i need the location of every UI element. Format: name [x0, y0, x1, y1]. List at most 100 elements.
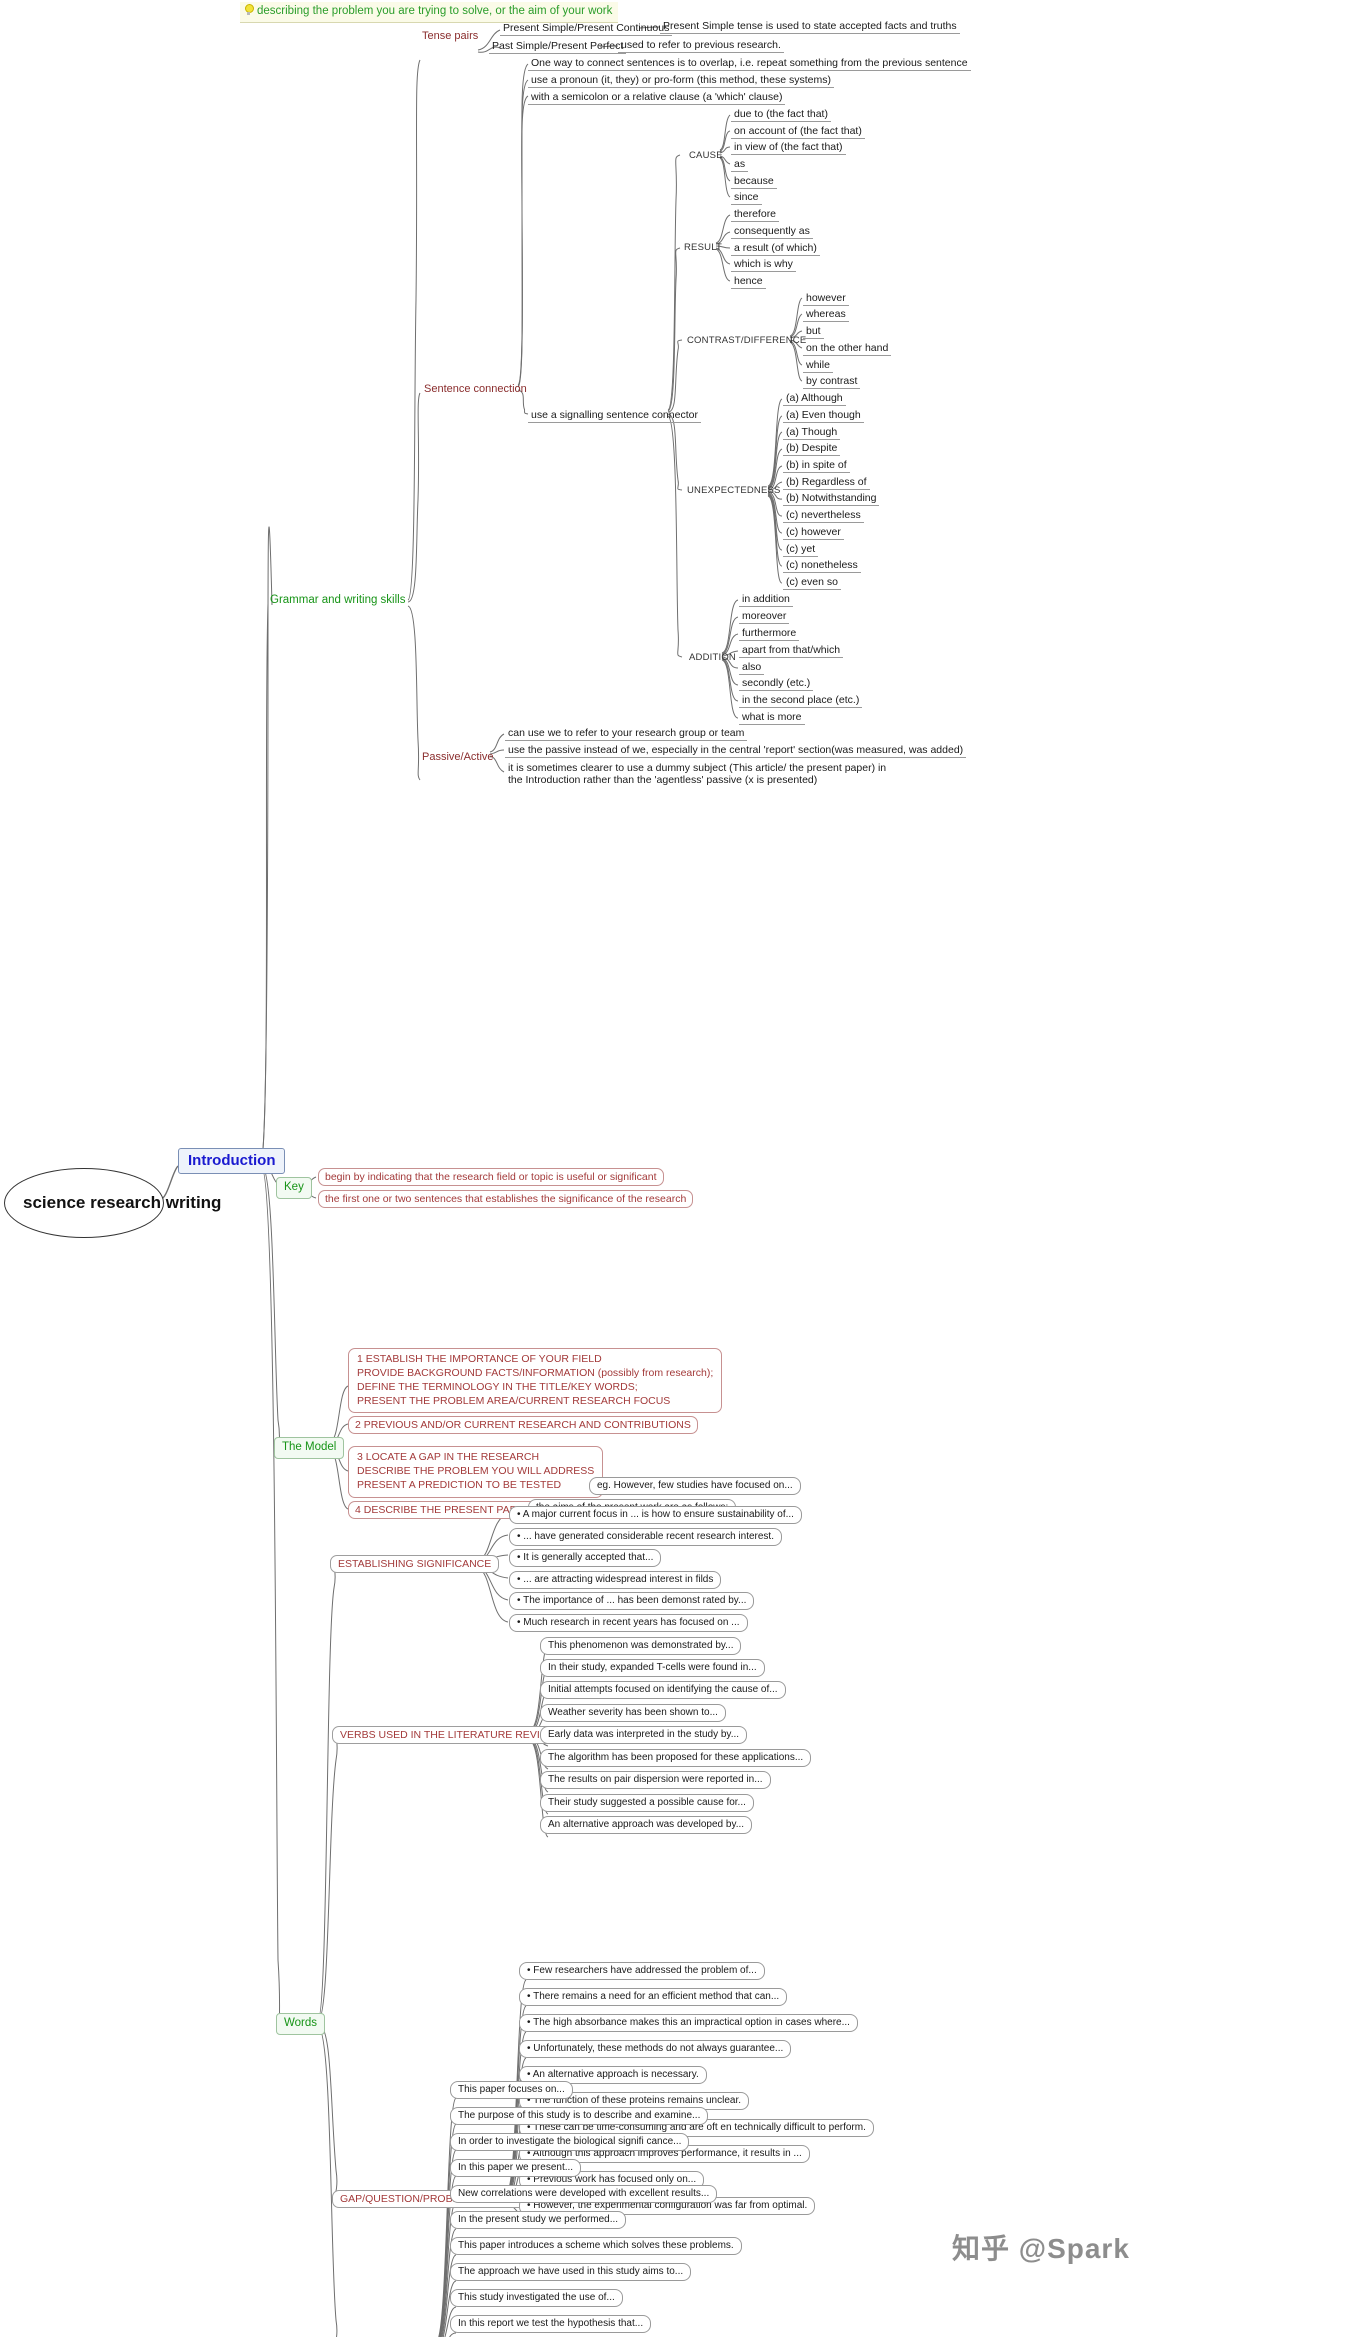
model-item-2[interactable]: 3 LOCATE A GAP IN THE RESEARCH DESCRIBE …	[348, 1446, 604, 1498]
present-work-item-0[interactable]: This paper focuses on...	[450, 2081, 573, 2099]
result-item-2[interactable]: a result (of which)	[731, 241, 820, 257]
node-passive-active[interactable]: Passive/Active	[418, 750, 498, 765]
present-work-item-8[interactable]: This study investigated the use of...	[450, 2289, 623, 2307]
present-work-item-1[interactable]: The purpose of this study is to describe…	[450, 2107, 709, 2125]
verbs-item-2[interactable]: Initial attempts focused on identifying …	[540, 1681, 786, 1699]
result-item-3[interactable]: which is why	[731, 257, 796, 273]
passive-active-item-2[interactable]: it is sometimes clearer to use a dummy s…	[505, 761, 905, 788]
model-item-2-child[interactable]: eg. However, few studies have focused on…	[589, 1477, 801, 1495]
addition-item-3[interactable]: apart from that/which	[739, 643, 844, 659]
sentence-connection-item-2[interactable]: with a semicolon or a relative clause (a…	[528, 90, 786, 106]
verbs-item-5[interactable]: The algorithm has been proposed for thes…	[540, 1749, 812, 1767]
unexpectedness-item-6[interactable]: (b) Notwithstanding	[783, 491, 880, 507]
contrast-item-3[interactable]: on the other hand	[803, 341, 892, 357]
addition-item-6[interactable]: in the second place (etc.)	[739, 693, 863, 709]
model-item-1[interactable]: 2 PREVIOUS AND/OR CURRENT RESEARCH AND C…	[348, 1416, 698, 1435]
present-work-item-7[interactable]: The approach we have used in this study …	[450, 2263, 692, 2281]
unexpectedness-item-5[interactable]: (b) Regardless of	[783, 475, 870, 491]
passive-active-item-0[interactable]: can use we to refer to your research gro…	[505, 726, 748, 742]
unexpectedness-item-4[interactable]: (b) in spite of	[783, 458, 850, 474]
branch-introduction[interactable]: Introduction	[178, 1148, 286, 1174]
cause-item-4[interactable]: because	[731, 174, 777, 190]
addition-item-5[interactable]: secondly (etc.)	[739, 676, 814, 692]
gap-item-1[interactable]: • There remains a need for an efficient …	[519, 1988, 788, 2006]
verbs-item-4[interactable]: Early data was interpreted in the study …	[540, 1726, 748, 1744]
establishing-significance-item-4[interactable]: • The importance of ... has been demonst…	[509, 1592, 755, 1610]
node-words[interactable]: Words	[276, 2013, 326, 2035]
contrast-item-1[interactable]: whereas	[803, 307, 849, 323]
node-grammar-and-writing-skills[interactable]: Grammar and writing skills	[270, 594, 405, 608]
category-cause[interactable]: CAUSE	[686, 149, 726, 162]
root-node[interactable]: science research writing	[4, 1168, 221, 1239]
gap-item-3[interactable]: • Unfortunately, these methods do not al…	[519, 2040, 792, 2058]
model-item-0[interactable]: 1 ESTABLISH THE IMPORTANCE OF YOUR FIELD…	[348, 1348, 723, 1414]
cause-item-3[interactable]: as	[731, 157, 749, 173]
addition-item-7[interactable]: what is more	[739, 710, 805, 726]
category-unexpectedness[interactable]: UNEXPECTEDNESS	[684, 484, 784, 497]
unexpectedness-item-0[interactable]: (a) Although	[783, 391, 846, 407]
passive-active-item-1[interactable]: use the passive instead of we, especiall…	[505, 743, 967, 759]
unexpectedness-item-8[interactable]: (c) however	[783, 525, 844, 541]
result-item-0[interactable]: therefore	[731, 207, 780, 223]
verbs-item-1[interactable]: In their study, expanded T-cells were fo…	[540, 1659, 765, 1677]
category-contrast-difference[interactable]: CONTRAST/DIFFERENCE	[684, 334, 809, 347]
key-item-0[interactable]: begin by indicating that the research fi…	[318, 1168, 664, 1187]
verbs-item-8[interactable]: An alternative approach was developed by…	[540, 1816, 753, 1834]
present-work-item-9[interactable]: In this report we test the hypothesis th…	[450, 2315, 652, 2333]
verbs-item-7[interactable]: Their study suggested a possible cause f…	[540, 1794, 754, 1812]
establishing-significance-item-5[interactable]: • Much research in recent years has focu…	[509, 1614, 748, 1632]
contrast-item-4[interactable]: while	[803, 358, 833, 374]
result-item-4[interactable]: hence	[731, 274, 766, 290]
gap-item-0[interactable]: • Few researchers have addressed the pro…	[519, 1962, 765, 1980]
tense-pair-0-detail[interactable]: Present Simple tense is used to state ac…	[660, 19, 960, 35]
node-tense-pairs[interactable]: Tense pairs	[418, 29, 482, 44]
category-addition[interactable]: ADDITION	[686, 651, 739, 664]
present-work-item-6[interactable]: This paper introduces a scheme which sol…	[450, 2237, 742, 2255]
verbs-item-6[interactable]: The results on pair dispersion were repo…	[540, 1771, 771, 1789]
result-item-1[interactable]: consequently as	[731, 224, 813, 240]
unexpectedness-item-3[interactable]: (b) Despite	[783, 441, 841, 457]
node-signalling-connector[interactable]: use a signalling sentence connector	[528, 408, 701, 424]
establishing-significance-item-2[interactable]: • It is generally accepted that...	[509, 1549, 662, 1567]
unexpectedness-item-2[interactable]: (a) Though	[783, 425, 841, 441]
group-verbs-literature-review[interactable]: VERBS USED IN THE LITERATURE REVIEW	[332, 1726, 565, 1745]
cause-item-2[interactable]: in view of (the fact that)	[731, 140, 846, 156]
verbs-item-3[interactable]: Weather severity has been shown to...	[540, 1704, 726, 1722]
establishing-significance-item-1[interactable]: • ... have generated considerable recent…	[509, 1528, 782, 1546]
cause-item-5[interactable]: since	[731, 190, 762, 206]
present-work-item-5[interactable]: In the present study we performed...	[450, 2211, 627, 2229]
establishing-significance-item-0[interactable]: • A major current focus in ... is how to…	[509, 1506, 802, 1524]
cause-item-0[interactable]: due to (the fact that)	[731, 107, 831, 123]
unexpectedness-item-9[interactable]: (c) yet	[783, 542, 819, 558]
unexpectedness-item-1[interactable]: (a) Even though	[783, 408, 864, 424]
unexpectedness-item-10[interactable]: (c) nonetheless	[783, 558, 861, 574]
tense-pair-1[interactable]: Past Simple/Present Perfect	[489, 39, 627, 55]
top-note: describing the problem you are trying to…	[240, 2, 619, 23]
sentence-connection-item-1[interactable]: use a pronoun (it, they) or pro-form (th…	[528, 73, 834, 89]
category-result[interactable]: RESULT	[681, 241, 725, 254]
tense-pair-1-detail[interactable]: used to refer to previous research.	[618, 38, 784, 54]
contrast-item-0[interactable]: however	[803, 291, 849, 307]
tense-pair-0[interactable]: Present Simple/Present Continuous	[500, 21, 673, 37]
present-work-item-4[interactable]: New correlations were developed with exc…	[450, 2185, 718, 2203]
unexpectedness-item-7[interactable]: (c) nevertheless	[783, 508, 864, 524]
node-the-model[interactable]: The Model	[274, 1437, 345, 1459]
establishing-significance-item-3[interactable]: • ... are attracting widespread interest…	[509, 1571, 722, 1589]
addition-item-2[interactable]: furthermore	[739, 626, 800, 642]
node-sentence-connection[interactable]: Sentence connection	[420, 382, 531, 397]
node-key[interactable]: Key	[276, 1177, 312, 1199]
addition-item-4[interactable]: also	[739, 660, 765, 676]
gap-item-2[interactable]: • The high absorbance makes this an impr…	[519, 2014, 858, 2032]
sentence-connection-item-0[interactable]: One way to connect sentences is to overl…	[528, 56, 971, 72]
present-work-item-2[interactable]: In order to investigate the biological s…	[450, 2133, 690, 2151]
contrast-item-2[interactable]: but	[803, 324, 824, 340]
unexpectedness-item-11[interactable]: (c) even so	[783, 575, 841, 591]
contrast-item-5[interactable]: by contrast	[803, 374, 861, 390]
verbs-item-0[interactable]: This phenomenon was demonstrated by...	[540, 1637, 742, 1655]
cause-item-1[interactable]: on account of (the fact that)	[731, 124, 865, 140]
key-item-1[interactable]: the first one or two sentences that esta…	[318, 1190, 694, 1209]
addition-item-1[interactable]: moreover	[739, 609, 790, 625]
group-establishing-significance[interactable]: ESTABLISHING SIGNIFICANCE	[330, 1555, 500, 1574]
present-work-item-3[interactable]: In this paper we present...	[450, 2159, 582, 2177]
addition-item-0[interactable]: in addition	[739, 592, 793, 608]
